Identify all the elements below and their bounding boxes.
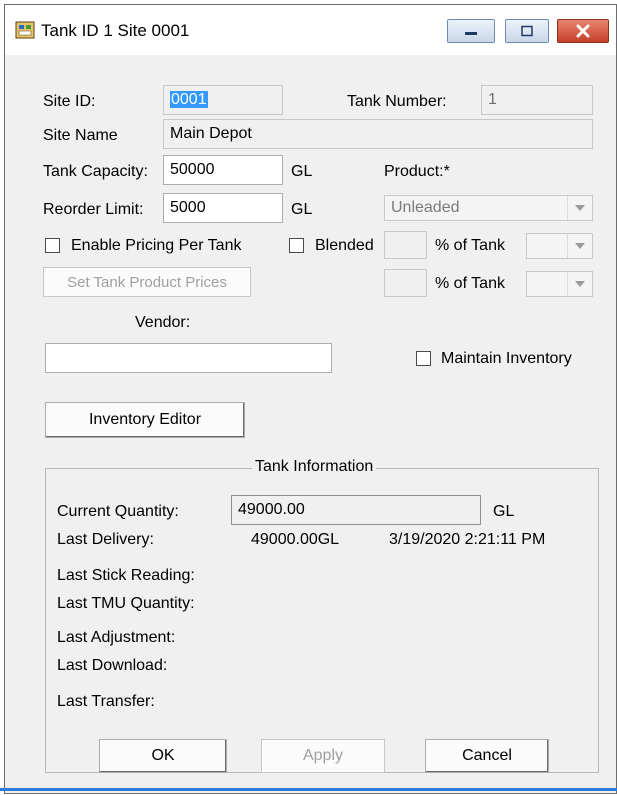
vendor-label: Vendor: xyxy=(135,314,191,331)
blend-tank-2-select[interactable] xyxy=(526,271,593,297)
percent-of-tank-label-2: % of Tank xyxy=(435,275,505,292)
blend-tank-1-select[interactable] xyxy=(526,233,593,259)
tank-number-field[interactable]: 1 xyxy=(481,85,593,115)
blend-tank-2-dropdown[interactable] xyxy=(567,272,592,296)
last-adjustment-label: Last Adjustment: xyxy=(57,629,176,646)
chevron-down-icon xyxy=(575,205,585,211)
tank-information-title: Tank Information xyxy=(252,458,377,476)
last-tmu-quantity-label: Last TMU Quantity: xyxy=(57,595,195,612)
blended-label: Blended xyxy=(315,237,374,254)
maximize-icon xyxy=(521,25,533,37)
minimize-icon xyxy=(465,32,477,35)
close-button[interactable] xyxy=(557,19,609,43)
maintain-inventory-checkbox[interactable] xyxy=(416,351,431,366)
current-quantity-value: 49000.00 xyxy=(238,501,305,518)
set-tank-product-prices-button[interactable]: Set Tank Product Prices xyxy=(43,267,251,297)
blend-percent-2-input[interactable] xyxy=(384,269,427,297)
site-id-label: Site ID: xyxy=(43,93,96,110)
taskbar-edge xyxy=(0,788,617,791)
product-label: Product:* xyxy=(384,163,450,180)
chevron-down-icon xyxy=(575,281,585,287)
current-quantity-label: Current Quantity: xyxy=(57,503,179,520)
tank-dialog-window: Tank ID 1 Site 0001 Site ID: 0001 Tank N… xyxy=(4,4,617,794)
last-download-label: Last Download: xyxy=(57,657,168,674)
current-quantity-unit: GL xyxy=(493,503,515,520)
maximize-button[interactable] xyxy=(505,19,549,43)
last-delivery-date: 3/19/2020 2:21:11 PM xyxy=(389,531,546,548)
site-id-field[interactable]: 0001 xyxy=(163,85,283,115)
ok-label: OK xyxy=(151,747,175,764)
ok-button[interactable]: OK xyxy=(99,739,227,773)
last-stick-reading-label: Last Stick Reading: xyxy=(57,567,195,584)
site-id-value: 0001 xyxy=(170,91,208,108)
site-name-value: Main Depot xyxy=(170,125,252,142)
tank-number-label: Tank Number: xyxy=(347,93,447,110)
minimize-button[interactable] xyxy=(447,19,495,43)
enable-pricing-label: Enable Pricing Per Tank xyxy=(71,237,242,254)
site-name-label: Site Name xyxy=(43,127,118,144)
last-delivery-label: Last Delivery: xyxy=(57,531,154,548)
percent-of-tank-label-1: % of Tank xyxy=(435,237,505,254)
dialog-client-area: Site ID: 0001 Tank Number: 1 Site Name M… xyxy=(7,55,614,785)
title-bar[interactable]: Tank ID 1 Site 0001 xyxy=(5,5,616,55)
inventory-editor-label: Inventory Editor xyxy=(88,411,202,428)
chevron-down-icon xyxy=(575,243,585,249)
site-name-field[interactable]: Main Depot xyxy=(163,119,593,149)
maintain-inventory-label: Maintain Inventory xyxy=(441,350,572,367)
cancel-button[interactable]: Cancel xyxy=(425,739,549,773)
product-value: Unleaded xyxy=(391,199,460,216)
reorder-limit-value: 5000 xyxy=(170,199,206,216)
tank-app-icon xyxy=(15,21,35,39)
blended-checkbox[interactable] xyxy=(289,238,304,253)
reorder-unit: GL xyxy=(291,201,313,218)
enable-pricing-checkbox[interactable] xyxy=(45,238,60,253)
apply-button[interactable]: Apply xyxy=(261,739,385,773)
tank-capacity-value: 50000 xyxy=(170,161,215,178)
close-icon xyxy=(576,24,590,38)
capacity-unit: GL xyxy=(291,163,313,180)
product-dropdown-button[interactable] xyxy=(567,196,592,220)
blend-tank-1-dropdown[interactable] xyxy=(567,234,592,258)
last-delivery-amount: 49000.00GL xyxy=(251,531,340,548)
tank-capacity-label: Tank Capacity: xyxy=(43,163,148,180)
apply-label: Apply xyxy=(302,747,344,764)
vendor-input[interactable] xyxy=(45,343,332,373)
inventory-editor-button[interactable]: Inventory Editor xyxy=(45,402,245,438)
current-quantity-field[interactable]: 49000.00 xyxy=(231,495,481,525)
product-select[interactable]: Unleaded xyxy=(384,195,593,221)
window-title: Tank ID 1 Site 0001 xyxy=(41,21,190,40)
tank-number-value: 1 xyxy=(488,91,497,108)
last-transfer-label: Last Transfer: xyxy=(57,693,155,710)
reorder-limit-input[interactable]: 5000 xyxy=(163,193,283,223)
reorder-limit-label: Reorder Limit: xyxy=(43,201,144,218)
set-tank-product-prices-label: Set Tank Product Prices xyxy=(67,273,227,291)
cancel-label: Cancel xyxy=(462,747,512,764)
blend-percent-1-input[interactable] xyxy=(384,231,427,259)
tank-capacity-input[interactable]: 50000 xyxy=(163,155,283,185)
